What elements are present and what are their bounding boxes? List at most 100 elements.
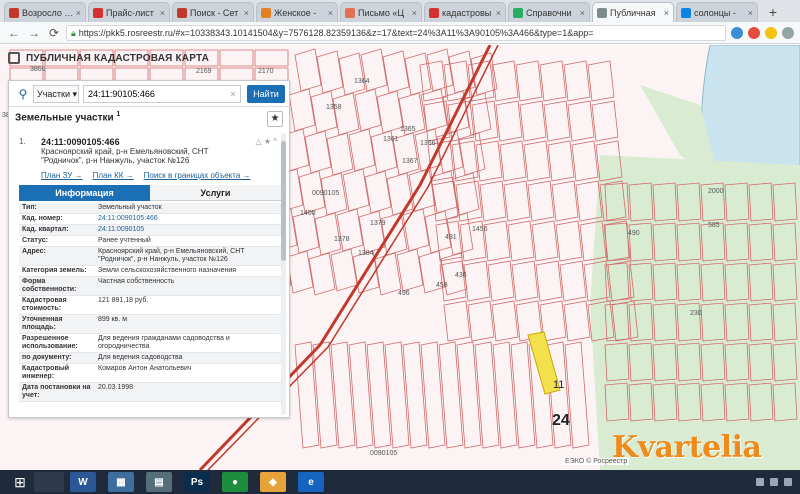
info-value: Для ведения садоводства bbox=[98, 354, 183, 361]
tab-title: Женское - bbox=[274, 7, 317, 18]
tab-close-icon[interactable]: × bbox=[580, 8, 585, 18]
tab-favicon-icon bbox=[429, 7, 439, 18]
browser-tab[interactable]: Поиск - Сет × bbox=[172, 2, 254, 22]
tray-icon[interactable] bbox=[756, 478, 764, 486]
browser-tab-bar: Возросло на × Прайс-лист × Поиск - Сет × Женск… bbox=[0, 0, 800, 22]
scrollbar-thumb[interactable] bbox=[281, 141, 286, 261]
tab-favicon-icon bbox=[513, 7, 523, 18]
info-row: Кад. номер: 24:11:0090105:466 bbox=[19, 214, 281, 225]
tab-close-icon[interactable]: × bbox=[664, 8, 669, 18]
tab-close-icon[interactable]: × bbox=[496, 8, 501, 18]
url-field[interactable]: 🔒︎ https://pkk5.rosreestr.ru/#x=10338343… bbox=[66, 24, 726, 41]
new-tab-button[interactable]: + bbox=[764, 4, 782, 22]
lock-icon: 🔒︎ bbox=[71, 27, 76, 38]
back-icon[interactable]: ← bbox=[6, 25, 22, 41]
result-actions[interactable]: △ ★ ^ bbox=[255, 137, 277, 146]
map-label: 436 bbox=[455, 272, 467, 279]
cadastral-map[interactable]: 2170216938663883135813641361136513660090… bbox=[0, 45, 800, 470]
taskbar-app-icon[interactable]: ▦ bbox=[108, 472, 134, 492]
browser-tab[interactable]: Возросло на × bbox=[4, 2, 86, 22]
map-label: 0090105 bbox=[370, 450, 397, 457]
map-label: 230 bbox=[690, 310, 702, 317]
map-label: 585 bbox=[708, 222, 720, 229]
result-link[interactable]: Поиск в границах объекта → bbox=[144, 171, 251, 180]
tab-close-icon[interactable]: × bbox=[328, 8, 333, 18]
info-value: 121 891,18 руб. bbox=[98, 297, 149, 304]
taskbar-search[interactable] bbox=[34, 472, 64, 492]
system-tray bbox=[756, 478, 800, 486]
info-key: по документу: bbox=[22, 354, 72, 361]
info-table: Тип: Земельный участок Кад. номер: 24:11:00… bbox=[19, 203, 281, 402]
map-label: 2000 bbox=[708, 188, 724, 195]
app-title: ПУБЛИЧНАЯ КАДАСТРОВАЯ КАРТА bbox=[26, 52, 210, 64]
result-link[interactable]: План ЗУ → bbox=[41, 171, 83, 180]
reload-icon[interactable]: ⟳ bbox=[46, 25, 62, 41]
tab-close-icon[interactable]: × bbox=[244, 8, 249, 18]
find-button[interactable]: Найти bbox=[247, 84, 285, 103]
info-row: Разрешенное использование: Для ведения гр… bbox=[19, 334, 281, 353]
browser-tab[interactable]: солонцы - × bbox=[676, 2, 758, 22]
tab-close-icon[interactable]: × bbox=[160, 8, 165, 18]
clear-icon[interactable]: × bbox=[227, 89, 239, 99]
tray-icon[interactable] bbox=[784, 478, 792, 486]
info-value: Земли сельскохозяйственного назначения bbox=[98, 267, 237, 274]
search-row: ⚲ Участки ▾ × Найти bbox=[9, 81, 291, 107]
tab-close-icon[interactable]: × bbox=[76, 8, 81, 18]
windows-start-icon[interactable]: ⊞ bbox=[6, 472, 34, 492]
taskbar-app-icon[interactable]: e bbox=[298, 472, 324, 492]
tab-close-icon[interactable]: × bbox=[412, 8, 417, 18]
browser-tab[interactable]: кадастровы × bbox=[424, 2, 506, 22]
info-value[interactable]: 24:11:0090105 bbox=[95, 225, 281, 235]
info-value: 899 кв. м bbox=[98, 316, 128, 323]
info-row: Дата постановки на учет: 20.03.1998 bbox=[19, 383, 281, 402]
tab-favicon-icon bbox=[345, 7, 355, 18]
map-label: 1400 bbox=[300, 210, 316, 217]
browser-tab[interactable]: Прайс-лист × bbox=[88, 2, 170, 22]
menu-icon[interactable] bbox=[782, 26, 794, 39]
map-label: 2169 bbox=[196, 68, 212, 75]
info-key: Кад. номер: bbox=[22, 215, 63, 222]
tab-information[interactable]: Информация bbox=[19, 185, 150, 201]
browser-tab[interactable]: Женское - × bbox=[256, 2, 338, 22]
result-cad-number[interactable]: 24:11:0090105:466 bbox=[41, 137, 120, 147]
extension-icon[interactable] bbox=[748, 26, 760, 39]
taskbar-app-icon[interactable]: W bbox=[70, 472, 96, 492]
taskbar-app-icon[interactable]: ● bbox=[222, 472, 248, 492]
taskbar-app-icon[interactable]: ▤ bbox=[146, 472, 172, 492]
browser-tab[interactable]: Письмо «Ц × bbox=[340, 2, 422, 22]
browser-tab[interactable]: Справочни × bbox=[508, 2, 590, 22]
tab-favicon-icon bbox=[177, 7, 187, 18]
info-row: Статус: Ранее учтенный bbox=[19, 236, 281, 247]
map-label: 1366 bbox=[420, 140, 436, 147]
taskbar-apps: W ▦ ▤ Ps ● ◆ e bbox=[70, 472, 336, 492]
info-row: Форма собственности: Частная собственност… bbox=[19, 277, 281, 296]
taskbar-app-icon[interactable]: Ps bbox=[184, 472, 210, 492]
info-value: Частная собственность bbox=[98, 278, 175, 285]
tab-close-icon[interactable]: × bbox=[748, 8, 753, 18]
info-key: Кадастровая стоимость: bbox=[22, 297, 67, 312]
object-type-select[interactable]: Участки ▾ bbox=[33, 84, 79, 103]
map-label: 491 bbox=[445, 234, 457, 241]
taskbar-app-icon[interactable]: ◆ bbox=[260, 472, 286, 492]
extension-icon[interactable] bbox=[731, 26, 743, 39]
tab-favicon-icon bbox=[261, 7, 271, 18]
info-value[interactable]: 24:11:0090105:466 bbox=[95, 214, 281, 224]
tab-title: кадастровы bbox=[442, 7, 492, 18]
result-number: 1. bbox=[19, 137, 26, 146]
tab-services[interactable]: Услуги bbox=[150, 185, 281, 201]
forward-icon[interactable]: → bbox=[26, 25, 42, 41]
browser-tab[interactable]: Публичная × bbox=[592, 2, 674, 22]
tab-title: Возросло на bbox=[22, 7, 74, 18]
extension-icon[interactable] bbox=[765, 26, 777, 39]
tray-icon[interactable] bbox=[770, 478, 778, 486]
info-key: Кадастровый инженер: bbox=[22, 365, 70, 380]
result-link[interactable]: План КК → bbox=[93, 171, 134, 180]
map-label: 1364 bbox=[354, 78, 370, 85]
tab-title: солонцы - bbox=[694, 7, 736, 18]
map-copyright: ЕЭКО © Росреестр bbox=[563, 458, 630, 465]
search-input[interactable] bbox=[83, 84, 241, 103]
search-icon[interactable]: ⚲ bbox=[13, 87, 33, 101]
tab-favicon-icon bbox=[597, 7, 607, 18]
info-row: Тип: Земельный участок bbox=[19, 203, 281, 214]
favorite-star-icon[interactable]: ★ bbox=[267, 111, 283, 127]
